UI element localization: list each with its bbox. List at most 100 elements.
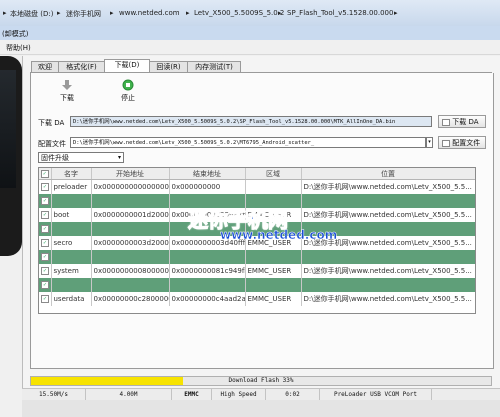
cell-location: D:\迷你手机网\www.netded.com\Letv_X500_5.5... [301,292,475,306]
checkbox-icon: ✓ [41,211,49,219]
column-header-location: 位置 [301,168,475,180]
checkbox-icon: ✓ [41,281,49,289]
status-storage: EMMC [172,389,212,400]
cell-start: 0x0000000008000000 [91,264,170,278]
download-agent-button-label: 下载 DA [452,118,479,126]
table-row[interactable]: ✓ [39,250,475,264]
breadcrumb-item[interactable]: SP_Flash_Tool_v5.1528.00.000 [287,9,393,17]
scatter-button[interactable]: 配置文件 [438,136,486,149]
download-button[interactable]: 下载 [54,79,80,103]
breadcrumb-item[interactable]: 迷你手机网 [66,9,101,19]
cell-name [51,250,92,264]
column-header-region: 区域 [245,168,302,180]
cell-location [301,194,475,208]
checkbox-icon: ✓ [41,295,49,303]
cell-region: EMMC_USER [245,292,302,306]
stop-label: 停止 [121,94,135,102]
cell-end: 0x000000000 [169,179,246,194]
checkbox-icon: ✓ [41,267,49,275]
window-bottom [22,400,500,417]
row-checkbox[interactable]: ✓ [39,278,52,292]
cell-end: 0x0000000081c949fb [169,264,246,278]
checkbox-icon: ✓ [41,197,49,205]
breadcrumb-separator-icon: ▸ [278,9,282,17]
breadcrumb-separator-icon: ▸ [110,9,114,17]
mode-select[interactable]: 固件升级 ▾ [38,152,124,163]
cell-start: 0x00000000c2800000 [91,292,170,306]
cell-end [169,250,246,264]
menu-bar: 帮助(H) [0,40,500,55]
folder-icon [442,118,450,126]
table-row[interactable]: ✓ [39,278,475,292]
cell-start [91,194,170,208]
cell-end [169,278,246,292]
table-row[interactable]: ✓ preloader 0x0000000000000000 0x0000000… [39,179,475,194]
breadcrumb-separator-icon: ▸ [186,9,190,17]
menu-help[interactable]: 帮助(H) [6,43,31,53]
checkbox-icon: ✓ [41,225,49,233]
status-time: 0:02 [266,389,320,400]
stop-icon [122,79,134,91]
row-checkbox[interactable]: ✓ [39,208,52,222]
table-row[interactable]: ✓ system 0x0000000008000000 0x0000000081… [39,264,475,278]
cell-region: EMMC_USER [245,264,302,278]
cell-name: userdata [51,292,92,306]
status-port: PreLoader USB VCOM Port [320,389,432,400]
column-header-name: 名字 [51,168,92,180]
column-header-end: 结束地址 [169,168,246,180]
breadcrumb-separator-icon: ▸ [394,9,398,17]
row-checkbox[interactable]: ✓ [39,194,52,208]
cell-name [51,278,92,292]
row-checkbox[interactable]: ✓ [39,292,52,306]
scatter-label: 配置文件 [38,140,66,148]
status-speed-mode: High Speed [212,389,266,400]
cell-location [301,278,475,292]
cell-name: secro [51,236,92,250]
cell-start: 0x0000000003d20000 [91,236,170,250]
breadcrumb-item[interactable]: 本地磁盘 (D:) [10,9,53,19]
crumb-arrow-icon: ▸ [3,9,7,17]
status-speed: 15.50M/s [22,389,86,400]
window-title: (卸模式) [2,30,29,38]
breadcrumb-item[interactable]: www.netded.com [119,9,180,17]
cell-start [91,278,170,292]
checkbox-icon: ✓ [40,169,49,178]
breadcrumb-item[interactable]: Letv_X500_5.5009S_5.0.2 [194,9,284,17]
cell-region [245,250,302,264]
cell-start: 0x0000000000000000 [91,179,170,194]
phone-screen [0,70,16,188]
status-size: 4.00M [86,389,172,400]
download-agent-button[interactable]: 下载 DA [438,115,486,128]
row-checkbox[interactable]: ✓ [39,264,52,278]
row-checkbox[interactable]: ✓ [39,250,52,264]
scatter-button-label: 配置文件 [452,139,481,147]
download-agent-label: 下载 DA [38,119,65,127]
row-checkbox[interactable]: ✓ [39,179,52,194]
cell-name: system [51,264,92,278]
stop-button[interactable]: 停止 [115,79,141,103]
download-agent-path-field[interactable]: D:\迷你手机网\www.netded.com\Letv_X500_5.5009… [70,116,432,127]
header-select-all[interactable]: ✓ [39,168,52,180]
checkbox-icon: ✓ [41,253,49,261]
row-checkbox[interactable]: ✓ [39,222,52,236]
cell-end: 0x00000000c4aad2a3 [169,292,246,306]
scatter-dropdown-icon[interactable]: ▾ [426,137,433,148]
cell-location: D:\迷你手机网\www.netded.com\Letv_X500_5.5... [301,208,475,222]
scatter-path-field[interactable]: D:\迷你手机网\www.netded.com\Letv_X500_5.5009… [70,137,426,148]
row-checkbox[interactable]: ✓ [39,236,52,250]
tab-download[interactable]: 下载(D) [104,59,150,73]
column-header-start: 开始地址 [91,168,170,180]
download-arrow-icon [62,80,72,90]
checkbox-icon: ✓ [41,239,49,247]
cell-start [91,222,170,236]
breadcrumb-separator-icon: ▸ [57,9,61,17]
mode-select-value: 固件升级 [41,154,69,162]
breadcrumb[interactable]: ▸ 本地磁盘 (D:) ▸ 迷你手机网 ▸ www.netded.com ▸ L… [0,0,500,27]
cell-location [301,250,475,264]
cell-name: preloader [51,179,92,194]
status-bar: 15.50M/s 4.00M EMMC High Speed 0:02 PreL… [22,388,500,400]
cell-location: D:\迷你手机网\www.netded.com\Letv_X500_5.5... [301,264,475,278]
table-row[interactable]: ✓ userdata 0x00000000c2800000 0x00000000… [39,292,475,306]
progress-text: Download Flash 33% [228,377,294,384]
cell-start: 0x0000000001d20000 [91,208,170,222]
